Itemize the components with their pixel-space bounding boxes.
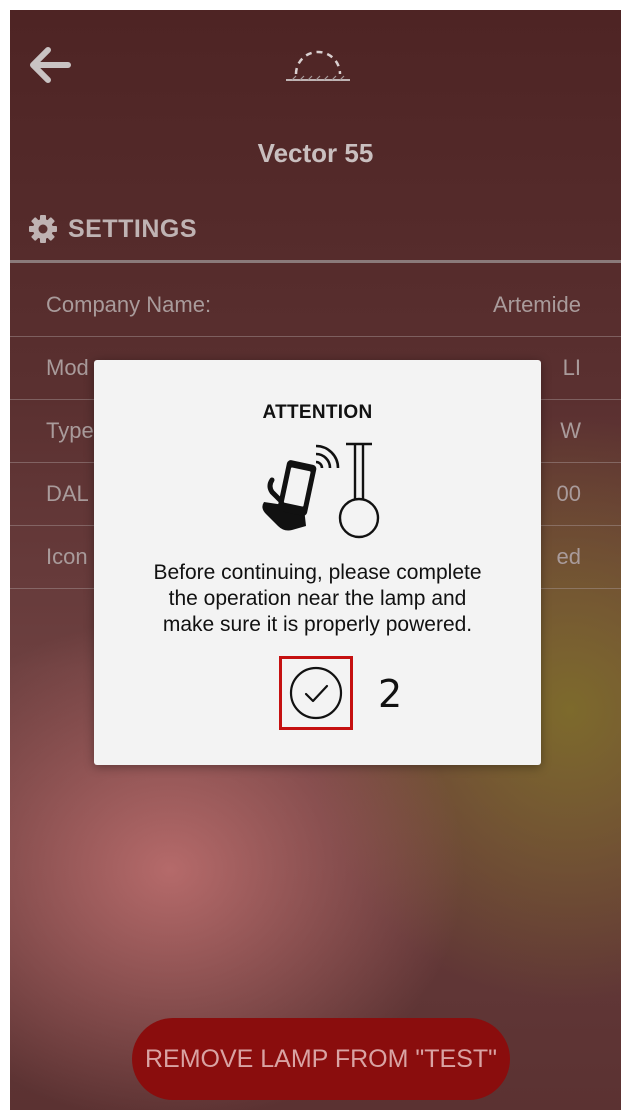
back-button[interactable]	[24, 40, 74, 90]
settings-row: Company Name: Artemide	[10, 274, 621, 337]
ceiling-lamp-icon	[286, 50, 350, 81]
settings-row-label: DAL	[46, 481, 89, 506]
settings-row-label: Type	[46, 418, 94, 443]
settings-row-label: Mod	[46, 355, 89, 380]
dialog-message-line: Before continuing, please complete	[153, 561, 482, 584]
settings-row-value: Artemide	[492, 292, 581, 317]
phone-near-lamp-icon	[262, 442, 380, 539]
app-screen: Vector 55 SETTINGS Company Name: Artemid…	[10, 10, 621, 1110]
settings-row-value: ed	[556, 544, 581, 569]
top-bar	[10, 10, 621, 130]
check-circle-icon	[289, 666, 343, 720]
settings-row-value: 00	[556, 481, 581, 506]
gear-icon	[29, 215, 57, 243]
dialog-message-line: the operation near the lamp and	[168, 587, 467, 610]
dialog-message-line: make sure it is properly powered.	[162, 613, 473, 636]
remove-lamp-button[interactable]: REMOVE LAMP FROM "TEST"	[132, 1018, 510, 1100]
confirm-button[interactable]	[279, 656, 353, 730]
settings-row-value: LI	[562, 355, 581, 380]
annotation-number: 2	[378, 672, 403, 716]
arrow-left-icon	[30, 47, 71, 83]
settings-divider	[10, 260, 621, 263]
settings-row-label: Icon	[46, 544, 88, 569]
settings-row-label: Company Name:	[46, 292, 212, 317]
dialog-title: ATTENTION	[262, 402, 373, 423]
page-title: Vector 55	[257, 138, 374, 168]
settings-label: SETTINGS	[68, 214, 198, 243]
attention-dialog: ATTENTION Before continuing, please comp…	[94, 360, 541, 765]
settings-header: SETTINGS	[28, 214, 197, 244]
dialog-message: Before continuing, please complete the o…	[114, 560, 521, 638]
settings-row-value: W	[560, 418, 581, 443]
